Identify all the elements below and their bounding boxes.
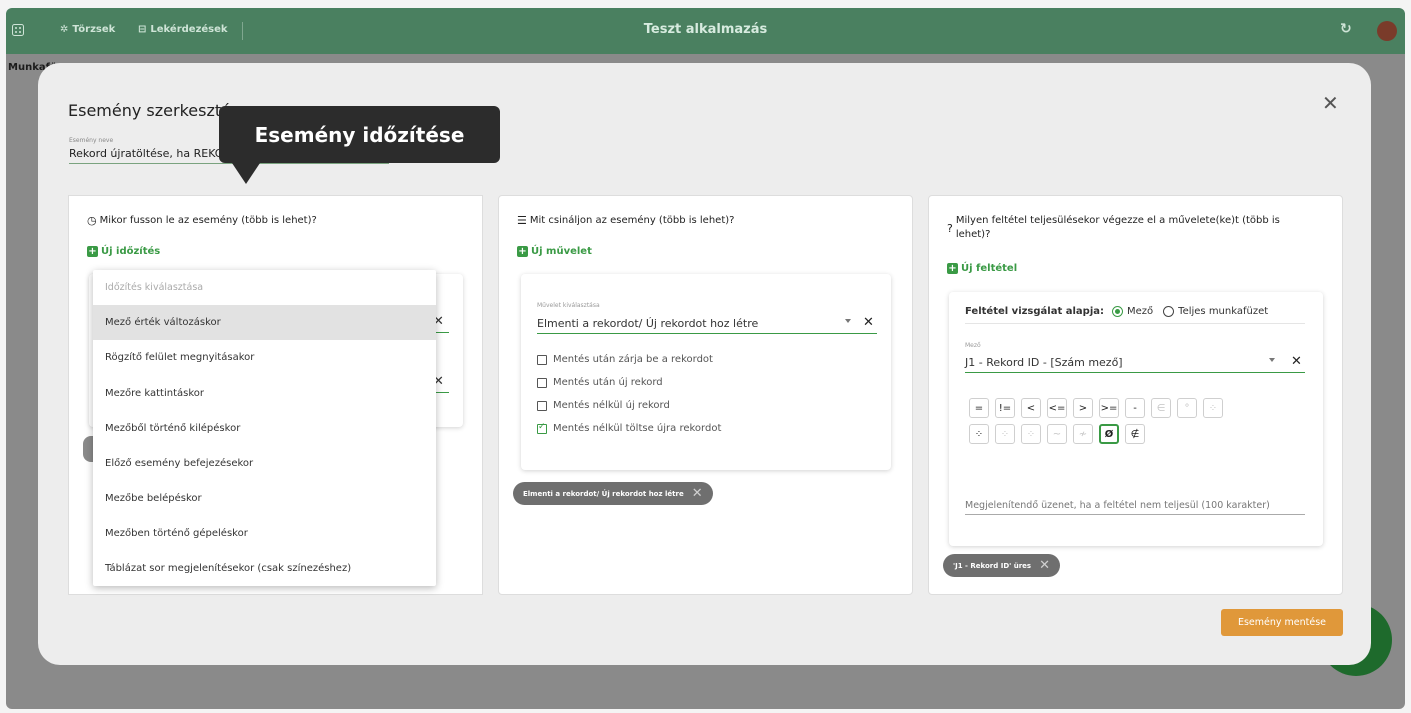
plus-icon: + — [947, 263, 958, 274]
list-icon: ☰ — [517, 214, 527, 227]
panel-what-heading-text: Mit csináljon az esemény (több is lehet)… — [529, 215, 735, 226]
dropdown-option[interactable]: Mezőből történő kilépéskor — [93, 411, 436, 446]
panel-what-heading: ☰ Mit csináljon az esemény (több is lehe… — [517, 214, 734, 228]
tooltip-arrow — [232, 163, 260, 184]
radio-workbook[interactable] — [1163, 306, 1175, 317]
chip-close-icon[interactable]: ✕ — [692, 486, 703, 501]
apps-grid-icon[interactable] — [12, 24, 24, 36]
avatar[interactable] — [1377, 21, 1397, 41]
nav-lekerdezesek[interactable]: ⊟ Lekérdezések — [138, 24, 228, 35]
condition-card: Feltétel vizsgálat alapja: Mező Teljes m… — [949, 292, 1323, 546]
dropdown-option[interactable]: Mezőben történő gépeléskor — [93, 516, 436, 551]
add-timing-label: Új időzítés — [101, 246, 161, 257]
message-input[interactable]: Megjelenítendő üzenet, ha a feltétel nem… — [965, 500, 1305, 515]
save-event-button[interactable]: Esemény mentése — [1221, 609, 1343, 636]
chevron-down-icon[interactable] — [845, 319, 851, 323]
op-dots-filled[interactable]: ⁘ — [969, 424, 989, 444]
add-timing-button[interactable]: + Új időzítés — [87, 246, 160, 257]
action-chip[interactable]: Elmenti a rekordot/ Új rekordot hoz létr… — [513, 482, 713, 505]
nav-torzsek-label: Törzsek — [72, 24, 116, 35]
action-select[interactable]: Elmenti a rekordot/ Új rekordot hoz létr… — [537, 317, 877, 334]
checkbox-label: Mentés után zárja be a rekordot — [553, 354, 713, 365]
op-not-element-of[interactable]: ∉ — [1125, 424, 1145, 444]
panel-when-heading-text: Mikor fusson le az esemény (több is lehe… — [99, 215, 317, 226]
chip-close-icon[interactable]: ✕ — [1039, 558, 1050, 573]
query-icon: ⊟ — [138, 24, 147, 35]
op-degree[interactable]: ° — [1177, 398, 1197, 418]
panel-condition: ? Milyen feltétel teljesülésekor végezze… — [928, 195, 1343, 595]
add-condition-button[interactable]: + Új feltétel — [947, 263, 1017, 274]
op-dots-empty[interactable]: ⁘ — [1021, 424, 1041, 444]
add-action-label: Új művelet — [531, 246, 592, 257]
panel-condition-heading-text: Milyen feltétel teljesülésekor végezze e… — [955, 215, 1280, 240]
basis-label: Feltétel vizsgálat alapja: — [965, 306, 1104, 317]
event-name-label: Esemény neve — [69, 137, 114, 144]
panel-when-heading: ◷ Mikor fusson le az esemény (több is le… — [87, 214, 317, 228]
plus-icon: + — [87, 246, 98, 257]
action-chip-label: Elmenti a rekordot/ Új rekordot hoz létr… — [523, 489, 684, 498]
dropdown-option[interactable]: Mező érték változáskor — [93, 305, 436, 340]
condition-basis-row: Feltétel vizsgálat alapja: Mező Teljes m… — [965, 306, 1305, 324]
dropdown-placeholder: Időzítés kiválasztása — [105, 282, 204, 293]
radio-workbook-label: Teljes munkafüzet — [1178, 306, 1269, 317]
panel-condition-heading: ? Milyen feltétel teljesülésekor végezze… — [947, 214, 1317, 242]
radio-field[interactable] — [1112, 306, 1123, 317]
op-not-equal[interactable]: != — [995, 398, 1015, 418]
checkbox-close-after-save[interactable]: Mentés után zárja be a rekordot — [537, 354, 713, 365]
op-less-equal[interactable]: <= — [1047, 398, 1067, 418]
tooltip: Esemény időzítése — [219, 106, 500, 163]
checkbox-box[interactable] — [537, 377, 547, 388]
radio-field-label: Mező — [1127, 306, 1154, 317]
dropdown-option[interactable]: Előző esemény befejezésekor — [93, 446, 436, 481]
checkbox-box[interactable] — [537, 400, 547, 411]
op-less[interactable]: < — [1021, 398, 1041, 418]
op-not-similar[interactable]: ≁ — [1073, 424, 1093, 444]
clock-icon: ◷ — [87, 214, 97, 227]
op-similar[interactable]: ~ — [1047, 424, 1067, 444]
field-select-label: Mező — [965, 342, 981, 349]
field-select[interactable]: J1 - Rekord ID - [Szám mező] — [965, 356, 1305, 373]
op-dots-mixed[interactable]: ⁘ — [995, 424, 1015, 444]
action-select-label: Művelet kiválasztása — [537, 302, 600, 309]
dropdown-option[interactable]: Mezőbe belépéskor — [93, 481, 436, 516]
condition-chip-label: 'J1 - Rekord ID' üres — [953, 561, 1032, 570]
checkbox-label: Mentés nélkül töltse újra rekordot — [553, 423, 722, 434]
close-icon[interactable]: ✕ — [1322, 91, 1339, 115]
checkbox-box-checked[interactable] — [537, 422, 547, 434]
chevron-down-icon[interactable] — [1269, 358, 1275, 362]
action-card: Művelet kiválasztása Elmenti a rekordot/… — [521, 274, 891, 470]
add-condition-label: Új feltétel — [961, 263, 1018, 274]
dropdown-option[interactable]: Táblázat sor megjelenítésekor (csak szín… — [93, 551, 436, 586]
help-icon: ? — [947, 222, 953, 235]
checkbox-new-without-save[interactable]: Mentés nélkül új rekord — [537, 400, 670, 411]
nav-lekerdezesek-label: Lekérdezések — [150, 24, 228, 35]
op-equal[interactable]: = — [969, 398, 989, 418]
op-dots-a[interactable]: ⁘ — [1203, 398, 1223, 418]
checkbox-reload-without-save[interactable]: Mentés nélkül töltse újra rekordot — [537, 422, 722, 434]
clear-action-icon[interactable]: ✕ — [863, 315, 874, 330]
nav-divider — [242, 22, 243, 40]
op-element-of[interactable]: ∈ — [1151, 398, 1171, 418]
checkbox-label: Mentés után új rekord — [553, 377, 663, 388]
op-greater-equal[interactable]: >= — [1099, 398, 1119, 418]
refresh-icon[interactable]: ↻ — [1340, 21, 1352, 37]
clear-field-icon[interactable]: ✕ — [1291, 354, 1302, 369]
checkbox-box[interactable] — [537, 354, 547, 365]
add-action-button[interactable]: + Új művelet — [517, 246, 592, 257]
dropdown-option[interactable]: Rögzítő felület megnyitásakor — [93, 340, 436, 375]
checkbox-new-after-save[interactable]: Mentés után új rekord — [537, 377, 663, 388]
nav-torzsek[interactable]: ✲ Törzsek — [60, 24, 115, 35]
op-minus[interactable]: - — [1125, 398, 1145, 418]
condition-chip[interactable]: 'J1 - Rekord ID' üres ✕ — [943, 554, 1060, 577]
top-navigation-bar: ✲ Törzsek ⊟ Lekérdezések Teszt alkalmazá… — [6, 8, 1405, 54]
checkbox-label: Mentés nélkül új rekord — [553, 400, 670, 411]
op-greater[interactable]: > — [1073, 398, 1093, 418]
op-empty[interactable]: Ø — [1099, 424, 1119, 444]
timing-dropdown: Időzítés kiválasztása Mező érték változá… — [93, 270, 436, 586]
panel-what: ☰ Mit csináljon az esemény (több is lehe… — [498, 195, 913, 595]
dropdown-option[interactable]: Mezőre kattintáskor — [93, 376, 436, 411]
plus-icon: + — [517, 246, 528, 257]
settings-icon: ✲ — [60, 24, 69, 35]
